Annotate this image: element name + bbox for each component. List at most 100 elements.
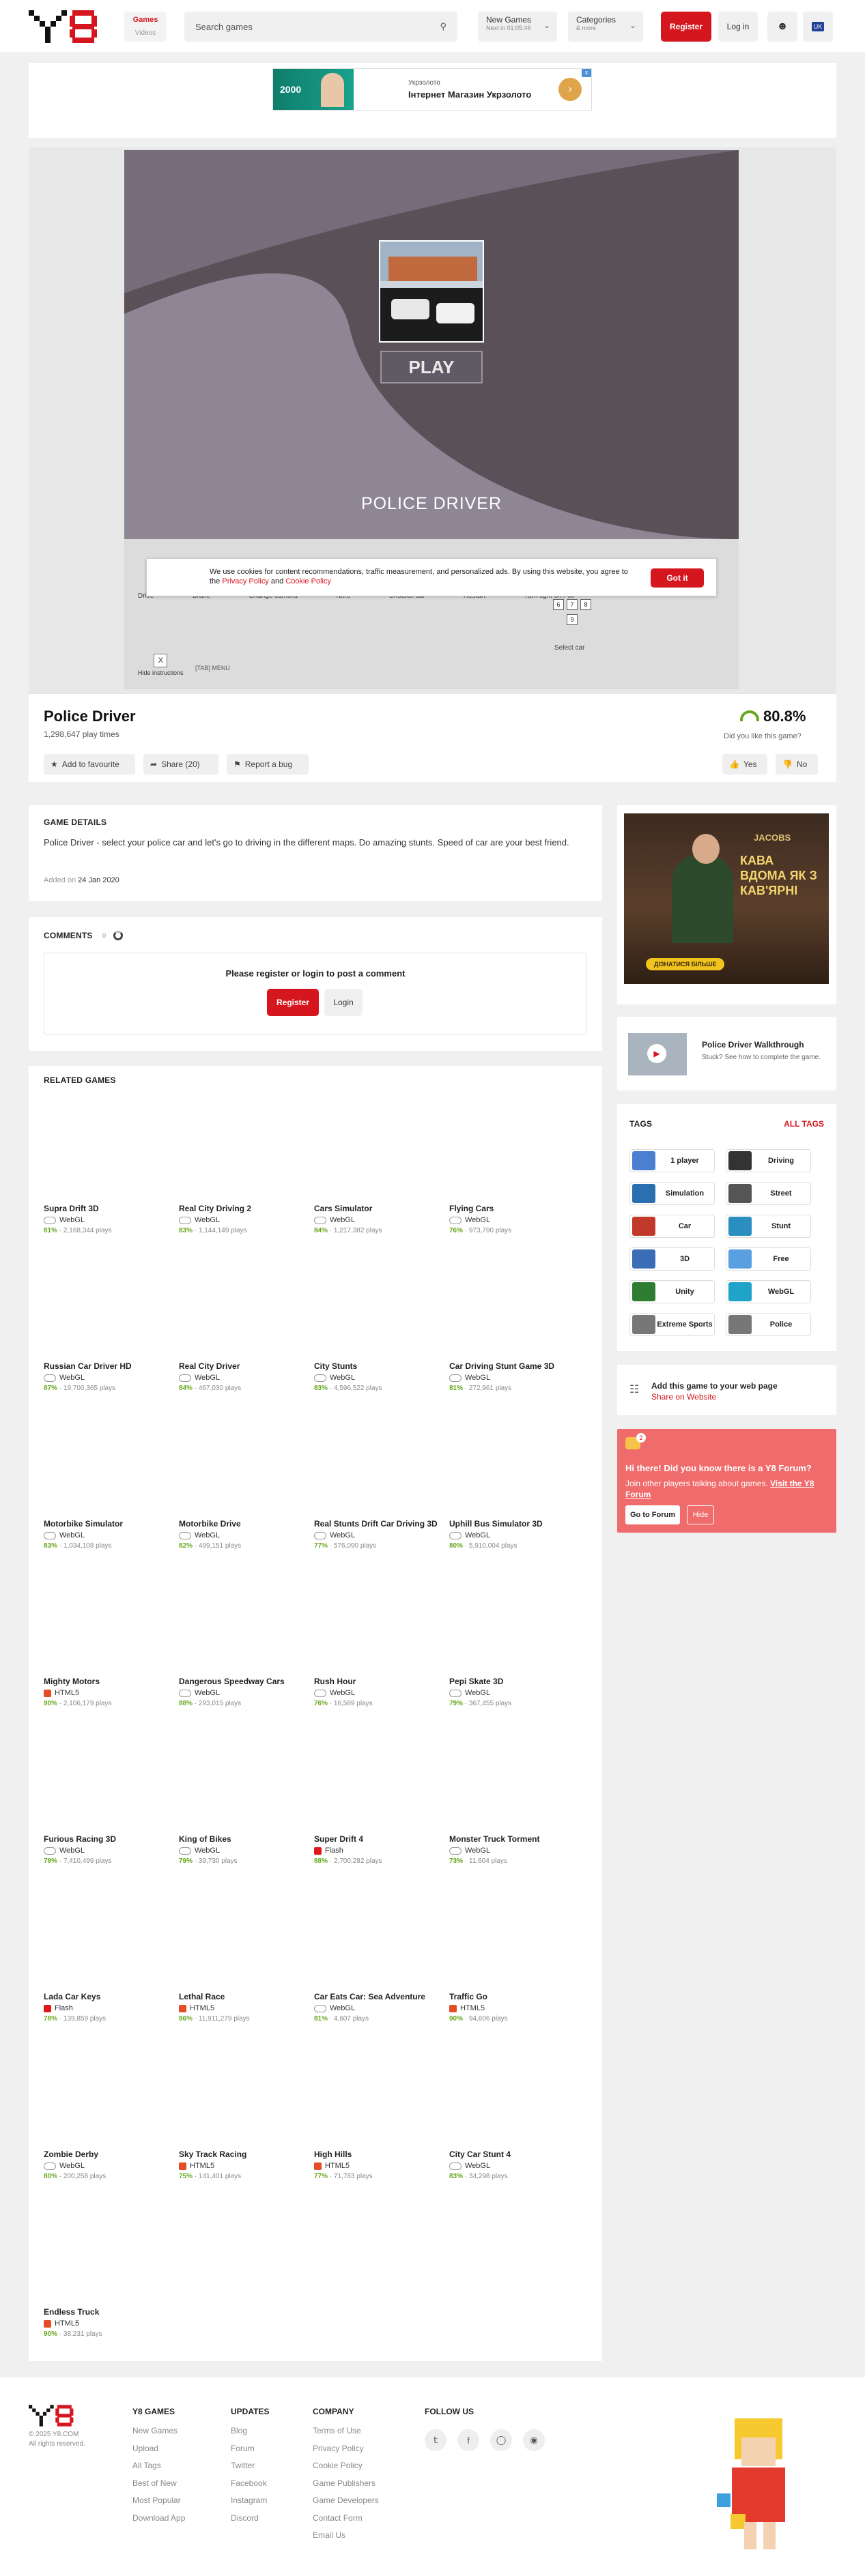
discord-icon[interactable]: ◉ [523, 2429, 545, 2451]
comment-register-button[interactable]: Register [267, 989, 319, 1016]
related-game-tile[interactable]: Furious Racing 3D WebGL 79% · 7,410,499 pl… [44, 1729, 173, 1865]
footer-link[interactable]: Email Us [313, 2527, 379, 2545]
game-title[interactable]: Zombie Derby [44, 2150, 173, 2159]
related-game-tile[interactable]: Lethal Race HTML5 86% · 11,911,279 plays [179, 1887, 309, 2023]
related-game-tile[interactable]: King of Bikes WebGL 79% · 39,730 plays [179, 1729, 309, 1865]
game-thumbnail[interactable] [44, 1414, 173, 1516]
game-thumbnail[interactable] [314, 2044, 444, 2147]
tag-chip[interactable]: Car [629, 1215, 715, 1238]
y8-logo[interactable] [29, 10, 100, 43]
footer-link[interactable]: Blog [231, 2422, 269, 2440]
instagram-icon[interactable]: ◯ [490, 2429, 512, 2451]
game-thumbnail[interactable] [314, 1887, 444, 1989]
game-thumbnail[interactable] [179, 1729, 309, 1832]
related-game-tile[interactable]: Motorbike Drive WebGL 82% · 499,151 plays [179, 1414, 309, 1550]
game-title[interactable]: Real Stunts Drift Car Driving 3D [314, 1519, 444, 1529]
game-title[interactable]: Uphill Bus Simulator 3D [449, 1519, 579, 1529]
hide-instructions-button[interactable]: X Hide instructions [138, 654, 184, 676]
game-thumbnail[interactable] [44, 1729, 173, 1832]
footer-link[interactable]: Game Developers [313, 2492, 379, 2510]
game-thumbnail[interactable] [179, 1414, 309, 1516]
game-title[interactable]: Pepi Skate 3D [449, 1677, 579, 1686]
footer-link[interactable]: Discord [231, 2510, 269, 2528]
related-game-tile[interactable]: Dangerous Speedway Cars WebGL 88% · 293,01… [179, 1572, 309, 1707]
search-icon[interactable]: ⚲ [440, 21, 446, 32]
twitter-icon[interactable]: 𝕥 [425, 2429, 446, 2451]
game-title[interactable]: City Stunts [314, 1361, 444, 1371]
game-title[interactable]: Lethal Race [179, 1992, 309, 2001]
game-title[interactable]: King of Bikes [179, 1834, 309, 1844]
related-game-tile[interactable]: Rush Hour WebGL 76% · 16,589 plays [314, 1572, 444, 1707]
ad-cta-button[interactable]: ДІЗНАТИСЯ БІЛЬШЕ [646, 958, 725, 970]
game-thumbnail[interactable] [314, 1572, 444, 1674]
tag-chip[interactable]: Extreme Sports [629, 1313, 715, 1336]
game-thumbnail[interactable] [449, 1099, 579, 1201]
play-button[interactable]: PLAY [380, 351, 483, 383]
tag-chip[interactable]: Street [726, 1182, 811, 1205]
walkthrough-card[interactable]: ▶ Police Driver Walkthrough Stuck? See h… [617, 1017, 836, 1090]
game-title[interactable]: Flying Cars [449, 1204, 579, 1213]
game-title[interactable]: Lada Car Keys [44, 1992, 173, 2001]
game-title[interactable]: Real City Driving 2 [179, 1204, 309, 1213]
add-to-favourite-button[interactable]: ★ Add to favourite [44, 754, 135, 775]
related-game-tile[interactable]: Pepi Skate 3D WebGL 79% · 367,455 plays [449, 1572, 579, 1707]
related-game-tile[interactable]: Real City Driver WebGL 84% · 467,030 plays [179, 1256, 309, 1392]
game-thumbnail[interactable] [44, 1099, 173, 1201]
footer-link[interactable]: Cookie Policy [313, 2457, 379, 2475]
tag-chip[interactable]: Simulation [629, 1182, 715, 1205]
tag-chip[interactable]: 3D [629, 1247, 715, 1271]
game-thumbnail[interactable] [314, 1414, 444, 1516]
game-title[interactable]: Super Drift 4 [314, 1834, 444, 1844]
game-title[interactable]: Sky Track Racing [179, 2150, 309, 2159]
ad-arrow-icon[interactable]: › [558, 78, 582, 101]
game-title[interactable]: Motorbike Simulator [44, 1519, 173, 1529]
related-game-tile[interactable]: Mighty Motors HTML5 90% · 2,106,179 plays [44, 1572, 173, 1707]
ad-banner[interactable]: 2000 Укрзолото Інтернет Магазин Укрзолот… [272, 68, 592, 111]
game-thumbnail[interactable] [179, 2044, 309, 2147]
new-games-dropdown[interactable]: New Games Next in 01:05:46 ⌄ [478, 12, 557, 42]
related-game-tile[interactable]: Real City Driving 2 WebGL 83% · 1,144,149 … [179, 1099, 309, 1234]
related-game-tile[interactable]: Sky Track Racing HTML5 75% · 141,401 plays [179, 2044, 309, 2180]
cookie-accept-button[interactable]: Got it [651, 568, 704, 588]
game-title[interactable]: Russian Car Driver HD [44, 1361, 173, 1371]
footer-link[interactable]: Forum [231, 2440, 269, 2458]
related-game-tile[interactable]: Zombie Derby WebGL 80% · 200,258 plays [44, 2044, 173, 2180]
categories-dropdown[interactable]: Categories & more ⌄ [568, 12, 643, 42]
footer-link[interactable]: Upload [132, 2440, 185, 2458]
all-tags-link[interactable]: ALL TAGS [784, 1119, 824, 1129]
game-thumbnail[interactable] [44, 2044, 173, 2147]
game-title[interactable]: Supra Drift 3D [44, 1204, 173, 1213]
register-button[interactable]: Register [661, 12, 711, 42]
related-game-tile[interactable]: Endless Truck HTML5 90% · 38,231 plays [44, 2202, 173, 2338]
game-title[interactable]: Traffic Go [449, 1992, 579, 2001]
comment-login-button[interactable]: Login [324, 989, 363, 1016]
game-title[interactable]: Motorbike Drive [179, 1519, 309, 1529]
related-game-tile[interactable]: Russian Car Driver HD WebGL 87% · 19,700,3… [44, 1256, 173, 1392]
game-thumbnail[interactable] [449, 1572, 579, 1674]
game-thumbnail[interactable] [449, 1414, 579, 1516]
game-title[interactable]: Car Driving Stunt Game 3D [449, 1361, 579, 1371]
tag-chip[interactable]: Free [726, 1247, 811, 1271]
footer-link[interactable]: All Tags [132, 2457, 185, 2475]
game-thumbnail[interactable] [44, 1256, 173, 1359]
game-thumbnail[interactable] [179, 1572, 309, 1674]
game-thumbnail[interactable] [449, 1256, 579, 1359]
game-title[interactable]: Cars Simulator [314, 1204, 444, 1213]
game-thumbnail[interactable] [179, 1256, 309, 1359]
footer-logo[interactable] [29, 2405, 75, 2427]
game-title[interactable]: Mighty Motors [44, 1677, 173, 1686]
footer-link[interactable]: Game Publishers [313, 2475, 379, 2493]
game-thumbnail[interactable] [314, 1256, 444, 1359]
games-videos-switch[interactable]: Games Videos [124, 12, 167, 42]
related-game-tile[interactable]: High Hills HTML5 77% · 71,783 plays [314, 2044, 444, 2180]
footer-link[interactable]: Instagram [231, 2492, 269, 2510]
game-title[interactable]: City Car Stunt 4 [449, 2150, 579, 2159]
footer-link[interactable]: New Games [132, 2422, 185, 2440]
search-input[interactable]: Search games ⚲ [184, 12, 457, 42]
game-thumbnail[interactable] [314, 1729, 444, 1832]
related-game-tile[interactable]: Real Stunts Drift Car Driving 3D WebGL 77%… [314, 1414, 444, 1550]
ad-close-icon[interactable]: x [582, 69, 591, 77]
related-game-tile[interactable]: Traffic Go HTML5 90% · 94,606 plays [449, 1887, 579, 2023]
game-thumbnail[interactable] [314, 1099, 444, 1201]
related-game-tile[interactable]: Motorbike Simulator WebGL 83% · 1,034,108 … [44, 1414, 173, 1550]
